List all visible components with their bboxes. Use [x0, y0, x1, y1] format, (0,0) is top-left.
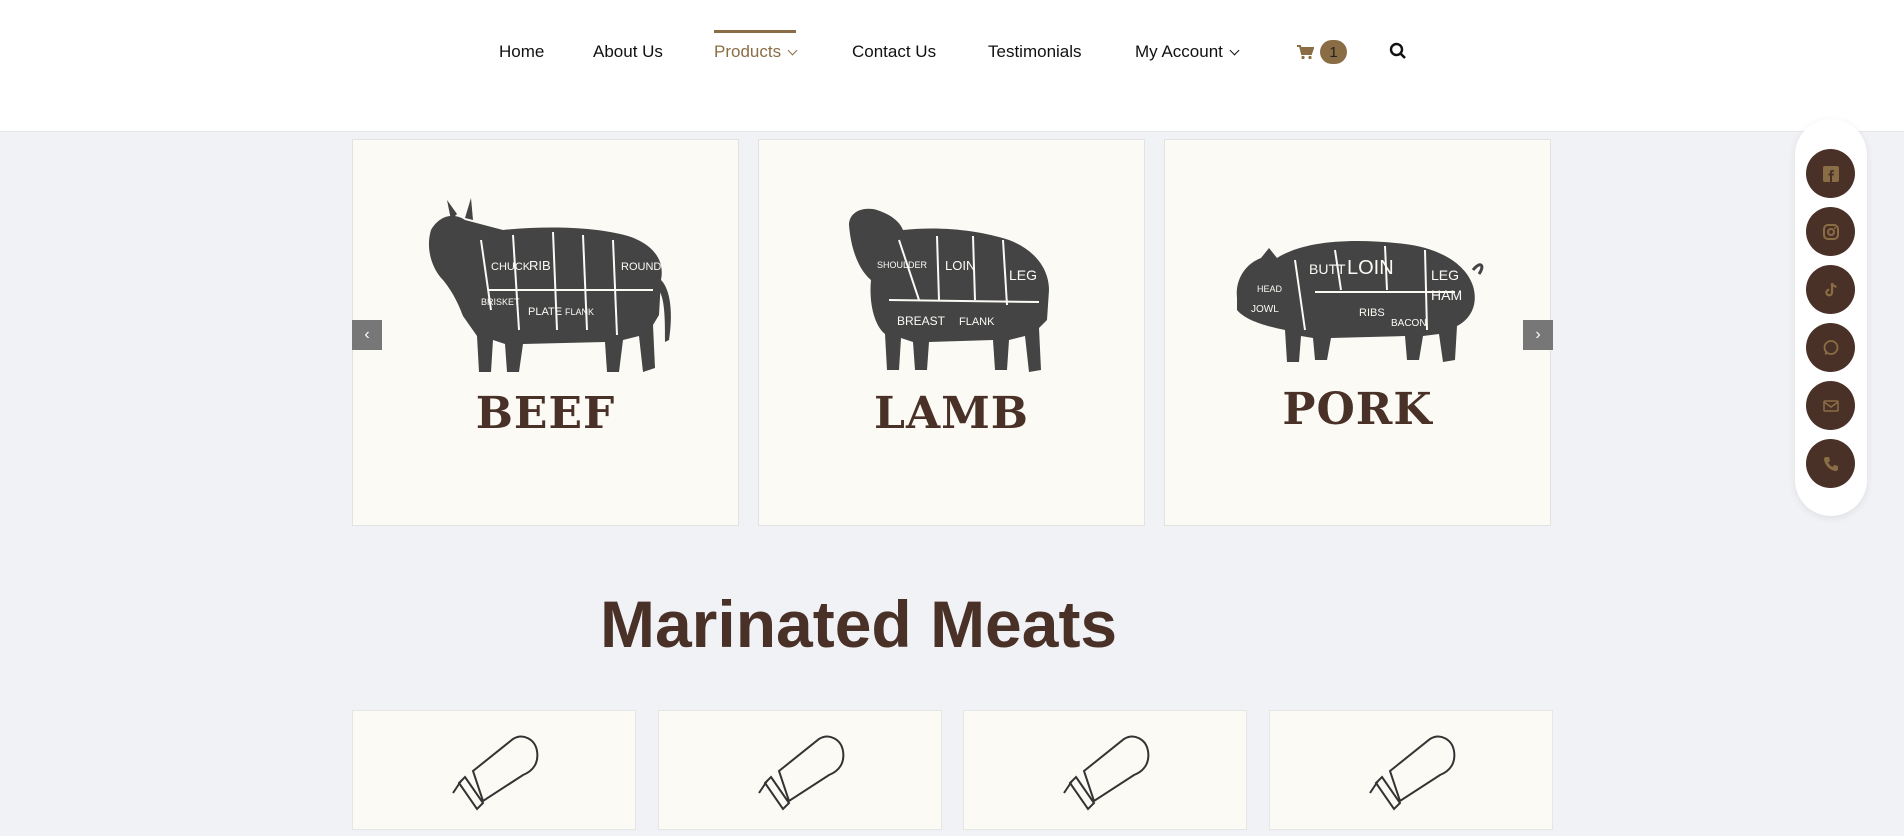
- svg-text:RIB: RIB: [529, 258, 551, 273]
- search-icon: [1389, 42, 1406, 59]
- product-card[interactable]: [1269, 710, 1553, 830]
- salt-shaker-icon: [758, 735, 845, 811]
- nav-my-account-label: My Account: [1135, 42, 1223, 61]
- svg-text:LEG: LEG: [1431, 267, 1459, 283]
- cart-button[interactable]: 1: [1296, 40, 1347, 64]
- carousel-next-button[interactable]: ›: [1523, 320, 1553, 350]
- tiktok-button[interactable]: [1806, 265, 1855, 314]
- main-nav: Home About Us Products Contact Us Testim…: [0, 0, 1904, 131]
- nav-products-label: Products: [714, 42, 782, 61]
- svg-text:BRISKET: BRISKET: [481, 297, 520, 307]
- svg-text:BREAST: BREAST: [897, 314, 946, 328]
- svg-text:HEAD: HEAD: [1257, 284, 1283, 294]
- product-card[interactable]: [352, 710, 636, 830]
- email-icon: [1822, 399, 1839, 412]
- svg-text:FLANK: FLANK: [959, 316, 995, 328]
- category-card-lamb[interactable]: LOIN LEG BREAST FLANK SHOULDER LAMB: [758, 139, 1145, 526]
- svg-text:FLANK: FLANK: [565, 307, 594, 317]
- salt-shaker-icon: [1063, 735, 1150, 811]
- social-links-bar: [1795, 119, 1867, 516]
- svg-text:PLATE: PLATE: [528, 306, 562, 318]
- instagram-button[interactable]: [1806, 207, 1855, 256]
- svg-text:BACON: BACON: [1391, 318, 1427, 329]
- svg-text:RIBS: RIBS: [1359, 307, 1385, 319]
- cart-count-badge: 1: [1320, 40, 1347, 64]
- carousel-prev-button[interactable]: ‹: [352, 320, 382, 350]
- category-card-pork[interactable]: LOIN BUTT LEG HAM RIBS BACON JOWL HEAD PORK: [1164, 139, 1551, 526]
- category-label: PORK: [1282, 384, 1433, 435]
- nav-about-us[interactable]: About Us: [593, 42, 663, 62]
- nav-testimonials[interactable]: Testimonials: [988, 42, 1082, 62]
- svg-text:HAM: HAM: [1431, 287, 1462, 303]
- chevron-down-icon: [1229, 45, 1240, 56]
- phone-icon: [1823, 456, 1838, 471]
- cart-icon: [1297, 45, 1314, 60]
- whatsapp-button[interactable]: [1806, 323, 1855, 372]
- category-card-beef[interactable]: RIB CHUCK ROUND PLATE BRISKET FLANK BEEF: [352, 139, 739, 526]
- section-title: Marinated Meats: [600, 587, 1118, 661]
- cow-cuts-icon: RIBCHUCK ROUND PLATE BRISKET FLANK: [428, 198, 671, 372]
- facebook-icon: [1822, 165, 1839, 182]
- nav-contact-us[interactable]: Contact Us: [852, 42, 936, 62]
- nav-my-account[interactable]: My Account: [1135, 42, 1240, 62]
- category-label: LAMB: [874, 388, 1029, 439]
- product-card[interactable]: [963, 710, 1247, 830]
- instagram-icon: [1822, 223, 1839, 240]
- facebook-button[interactable]: [1806, 149, 1855, 198]
- svg-text:SHOULDER: SHOULDER: [877, 260, 928, 270]
- sheep-cuts-icon: LOIN LEG BREAST FLANK SHOULDER: [849, 208, 1049, 372]
- whatsapp-icon: [1823, 339, 1838, 355]
- site-header: Home About Us Products Contact Us Testim…: [0, 0, 1904, 132]
- product-card[interactable]: [658, 710, 942, 830]
- svg-text:ROUND: ROUND: [621, 261, 661, 273]
- search-button[interactable]: [1389, 42, 1407, 65]
- svg-text:JOWL: JOWL: [1251, 304, 1279, 315]
- svg-text:LOIN: LOIN: [1347, 257, 1394, 279]
- salt-shaker-icon: [1369, 735, 1456, 811]
- phone-button[interactable]: [1806, 439, 1855, 488]
- category-label: BEEF: [475, 388, 616, 439]
- email-button[interactable]: [1806, 381, 1855, 430]
- chevron-down-icon: [787, 45, 798, 56]
- nav-home[interactable]: Home: [499, 42, 544, 62]
- pig-cuts-icon: LOINBUTT LEG HAM RIBS BACON JOWL HEAD: [1236, 240, 1484, 362]
- svg-text:LOIN: LOIN: [945, 258, 975, 273]
- tiktok-icon: [1824, 282, 1837, 296]
- svg-text:CHUCK: CHUCK: [491, 261, 531, 273]
- nav-products[interactable]: Products: [714, 30, 798, 62]
- salt-shaker-icon: [452, 735, 539, 811]
- svg-text:LEG: LEG: [1009, 267, 1037, 283]
- svg-text:BUTT: BUTT: [1309, 261, 1346, 277]
